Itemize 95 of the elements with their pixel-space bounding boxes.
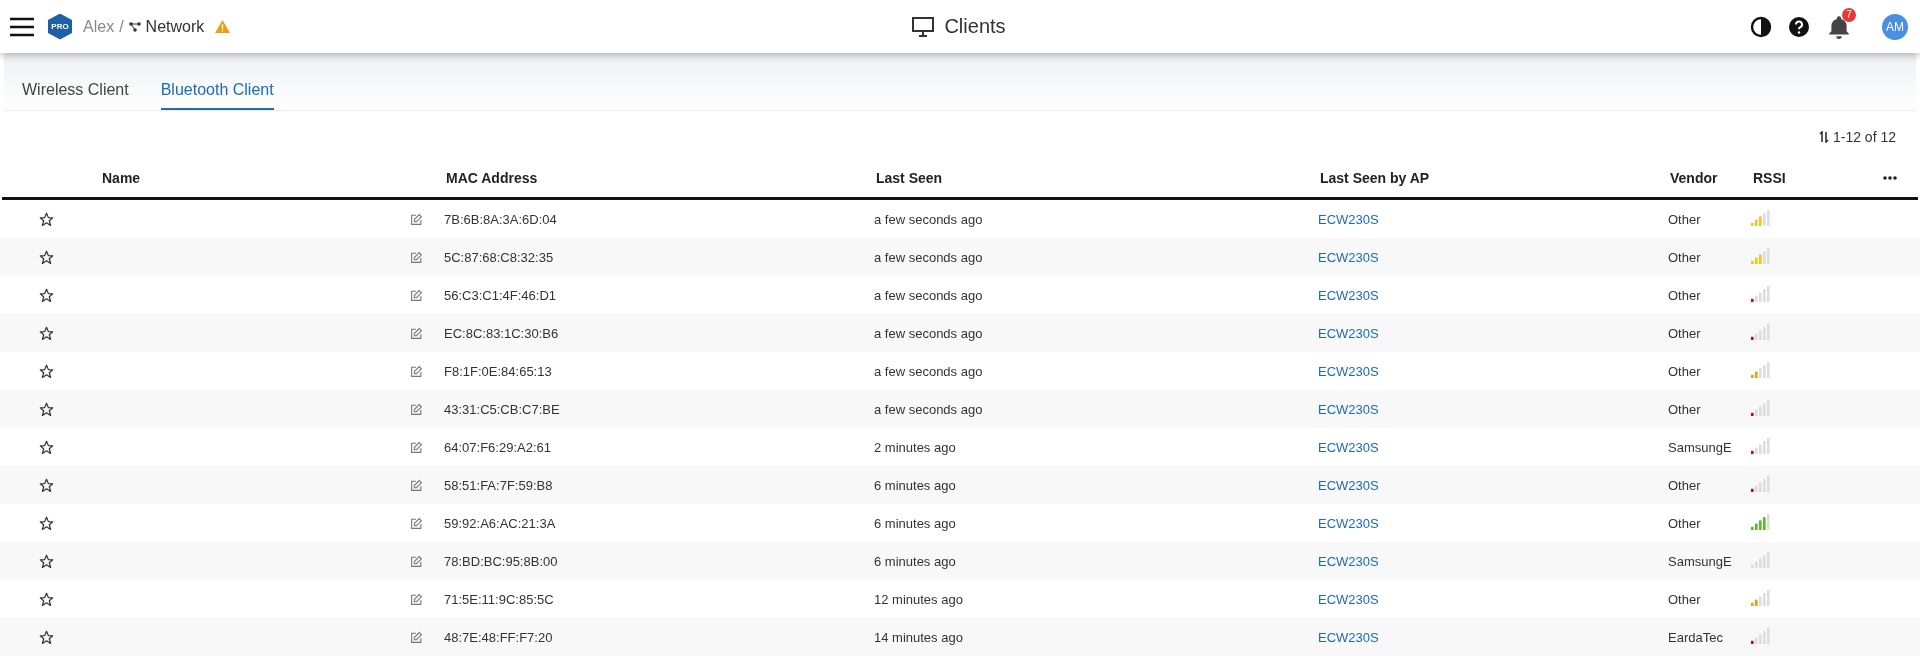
- mac-address: 43:31:C5:CB:C7:BE: [444, 401, 561, 417]
- mac-address: 56:C3:C1:4F:46:D1: [444, 287, 557, 303]
- column-header[interactable]: Vendor: [1670, 170, 1753, 186]
- menu-icon[interactable]: [10, 16, 34, 37]
- access-point-link[interactable]: ECW230S: [1318, 211, 1668, 227]
- column-header[interactable]: RSSI: [1753, 170, 1883, 186]
- edit-icon[interactable]: [410, 212, 423, 226]
- last-seen: 12 minutes ago: [874, 591, 964, 607]
- last-seen: 6 minutes ago: [874, 477, 957, 493]
- column-header[interactable]: Last Seen by AP: [1320, 170, 1670, 186]
- vendor: SamsungE: [1668, 553, 1733, 569]
- star-icon[interactable]: [39, 401, 54, 417]
- access-point-link[interactable]: ECW230S: [1318, 477, 1668, 493]
- breadcrumb-site[interactable]: Alex: [83, 17, 115, 36]
- star-icon[interactable]: [39, 325, 54, 341]
- vendor: Other: [1668, 363, 1702, 379]
- edit-icon[interactable]: [410, 288, 423, 302]
- access-point-link[interactable]: ECW230S: [1318, 287, 1668, 303]
- access-point-link[interactable]: ECW230S: [1318, 249, 1668, 265]
- last-seen: a few seconds ago: [874, 287, 984, 303]
- edit-icon[interactable]: [410, 516, 423, 530]
- last-seen: a few seconds ago: [874, 363, 984, 379]
- access-point-link[interactable]: ECW230S: [1318, 363, 1668, 379]
- vendor: Other: [1668, 477, 1702, 493]
- edit-icon[interactable]: [410, 592, 423, 606]
- breadcrumb-separator: /: [119, 17, 124, 36]
- star-icon[interactable]: [39, 249, 54, 265]
- vendor: EardaTec: [1668, 629, 1724, 645]
- mac-address: 59:92:A6:AC:21:3A: [444, 515, 557, 531]
- star-icon[interactable]: [39, 553, 54, 569]
- vendor: Other: [1668, 249, 1702, 265]
- access-point-link[interactable]: ECW230S: [1318, 553, 1668, 569]
- page-title: Clients: [944, 15, 1006, 38]
- mac-address: 64:07:F6:29:A2:61: [444, 439, 552, 455]
- last-seen: 14 minutes ago: [874, 629, 964, 645]
- mac-address: 78:BD:BC:95:8B:00: [444, 553, 559, 569]
- user-avatar[interactable]: AM: [1882, 13, 1908, 40]
- star-icon[interactable]: [39, 591, 54, 607]
- access-point-link[interactable]: ECW230S: [1318, 591, 1668, 607]
- mac-address: 48:7E:48:FF:F7:20: [444, 629, 554, 645]
- last-seen: 6 minutes ago: [874, 515, 957, 531]
- last-seen: a few seconds ago: [874, 401, 984, 417]
- vendor: Other: [1668, 211, 1702, 227]
- vendor: SamsungE: [1668, 439, 1733, 455]
- pagination-range: 1-12 of 12: [1832, 129, 1896, 145]
- last-seen: a few seconds ago: [874, 211, 984, 227]
- breadcrumb-network[interactable]: Network: [145, 17, 205, 36]
- column-header[interactable]: Name: [102, 170, 412, 186]
- star-icon[interactable]: [39, 363, 54, 379]
- last-seen: a few seconds ago: [874, 249, 984, 265]
- access-point-link[interactable]: ECW230S: [1318, 401, 1668, 417]
- sort-icon[interactable]: [1818, 131, 1829, 143]
- access-point-link[interactable]: ECW230S: [1318, 515, 1668, 531]
- vendor: Other: [1668, 287, 1702, 303]
- edit-icon[interactable]: [410, 326, 423, 340]
- last-seen: 2 minutes ago: [874, 439, 957, 455]
- column-header[interactable]: MAC Address: [446, 170, 876, 186]
- star-icon[interactable]: [39, 211, 54, 227]
- edit-icon[interactable]: [410, 630, 423, 644]
- star-icon[interactable]: [39, 477, 54, 493]
- mac-address: EC:8C:83:1C:30:B6: [444, 325, 560, 341]
- star-icon[interactable]: [39, 439, 54, 455]
- notification-count: 7: [1842, 7, 1856, 22]
- access-point-link[interactable]: ECW230S: [1318, 325, 1668, 341]
- logo-badge: PRO: [48, 13, 72, 40]
- contrast-icon[interactable]: [1750, 15, 1772, 38]
- mac-address: 5C:87:68:C8:32:35: [444, 249, 555, 265]
- tab[interactable]: Bluetooth Client: [160, 81, 274, 110]
- edit-icon[interactable]: [410, 478, 423, 492]
- edit-icon[interactable]: [410, 554, 423, 568]
- vendor: Other: [1668, 591, 1702, 607]
- mac-address: 71:5E:11:9C:85:5C: [444, 591, 555, 607]
- column-header[interactable]: Last Seen: [876, 170, 1320, 186]
- last-seen: a few seconds ago: [874, 325, 984, 341]
- vendor: Other: [1668, 325, 1702, 341]
- vendor: Other: [1668, 401, 1702, 417]
- edit-icon[interactable]: [410, 440, 423, 454]
- monitor-icon: [912, 16, 935, 37]
- more-options-icon[interactable]: [1883, 176, 1897, 180]
- mac-address: 7B:6B:8A:3A:6D:04: [444, 211, 558, 227]
- help-icon[interactable]: [1788, 15, 1810, 38]
- last-seen: 6 minutes ago: [874, 553, 957, 569]
- tab[interactable]: Wireless Client: [22, 81, 129, 110]
- star-icon[interactable]: [39, 515, 54, 531]
- vendor: Other: [1668, 515, 1702, 531]
- network-nodes-icon: [128, 21, 141, 32]
- star-icon[interactable]: [39, 629, 54, 645]
- access-point-link[interactable]: ECW230S: [1318, 439, 1668, 455]
- edit-icon[interactable]: [410, 402, 423, 416]
- edit-icon[interactable]: [410, 250, 423, 264]
- mac-address: 58:51:FA:7F:59:B8: [444, 477, 554, 493]
- access-point-link[interactable]: ECW230S: [1318, 629, 1668, 645]
- mac-address: F8:1F:0E:84:65:13: [444, 363, 553, 379]
- star-icon[interactable]: [39, 287, 54, 303]
- edit-icon[interactable]: [410, 364, 423, 378]
